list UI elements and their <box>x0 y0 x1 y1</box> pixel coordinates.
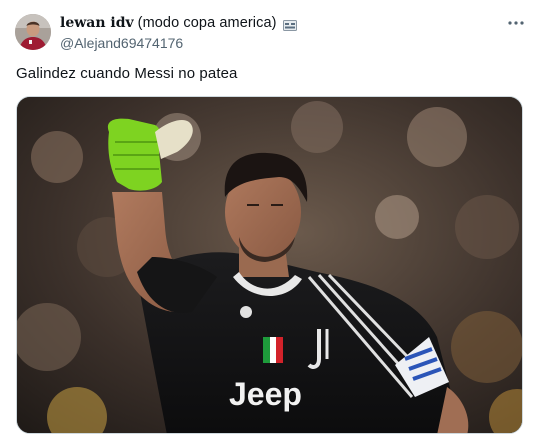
jersey-sponsor-text: Jeep <box>229 376 302 412</box>
more-horizontal-icon <box>508 21 524 25</box>
profile-avatar-image <box>15 14 51 50</box>
tweet-text: Galindez cuando Messi no patea <box>16 65 238 82</box>
goalkeeper-thumbs-up-photo: Jeep <box>17 97 522 433</box>
tweet-card[interactable]: lewan idv (modo copa america) @Alejand69… <box>0 0 544 446</box>
flag-emoji-icon <box>282 18 297 31</box>
author-display-name[interactable]: lewan idv <box>60 15 134 31</box>
author-name-row[interactable]: lewan idv (modo copa america) <box>60 12 504 34</box>
tweet-media-photo[interactable]: Jeep <box>16 96 523 434</box>
tweet-header: lewan idv (modo copa america) @Alejand69… <box>60 12 504 51</box>
avatar[interactable] <box>15 14 51 50</box>
author-handle[interactable]: @Alejand69474176 <box>60 35 504 51</box>
author-nickname[interactable]: (modo copa america) <box>138 15 277 31</box>
more-options-button[interactable] <box>504 14 528 32</box>
